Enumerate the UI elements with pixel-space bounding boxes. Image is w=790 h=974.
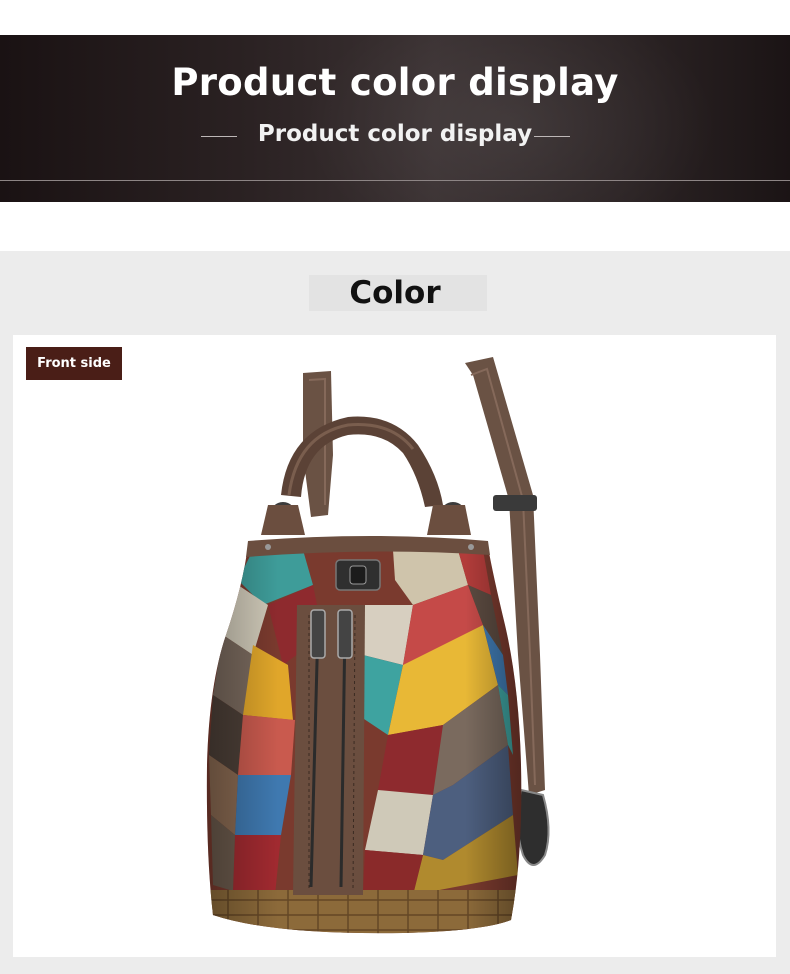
- banner-divider: [0, 180, 790, 181]
- twist-lock-clasp: [335, 559, 381, 591]
- backpack-image: [206, 357, 550, 934]
- front-zipper-panel: [293, 605, 365, 895]
- banner-subtitle: Product color display: [257, 121, 533, 147]
- subtitle-rule-right: [534, 136, 570, 137]
- banner-title: Product color display: [171, 61, 619, 104]
- color-title: Color: [349, 275, 441, 311]
- zipper-pull-left: [310, 609, 326, 659]
- product-photo: Front side: [13, 335, 776, 957]
- zipper-pull-right: [337, 609, 353, 659]
- front-side-badge: Front side: [26, 347, 122, 380]
- header-banner: Product color display Product color disp…: [0, 35, 790, 202]
- color-section: Color Front side: [0, 251, 790, 974]
- top-handle: [261, 416, 471, 535]
